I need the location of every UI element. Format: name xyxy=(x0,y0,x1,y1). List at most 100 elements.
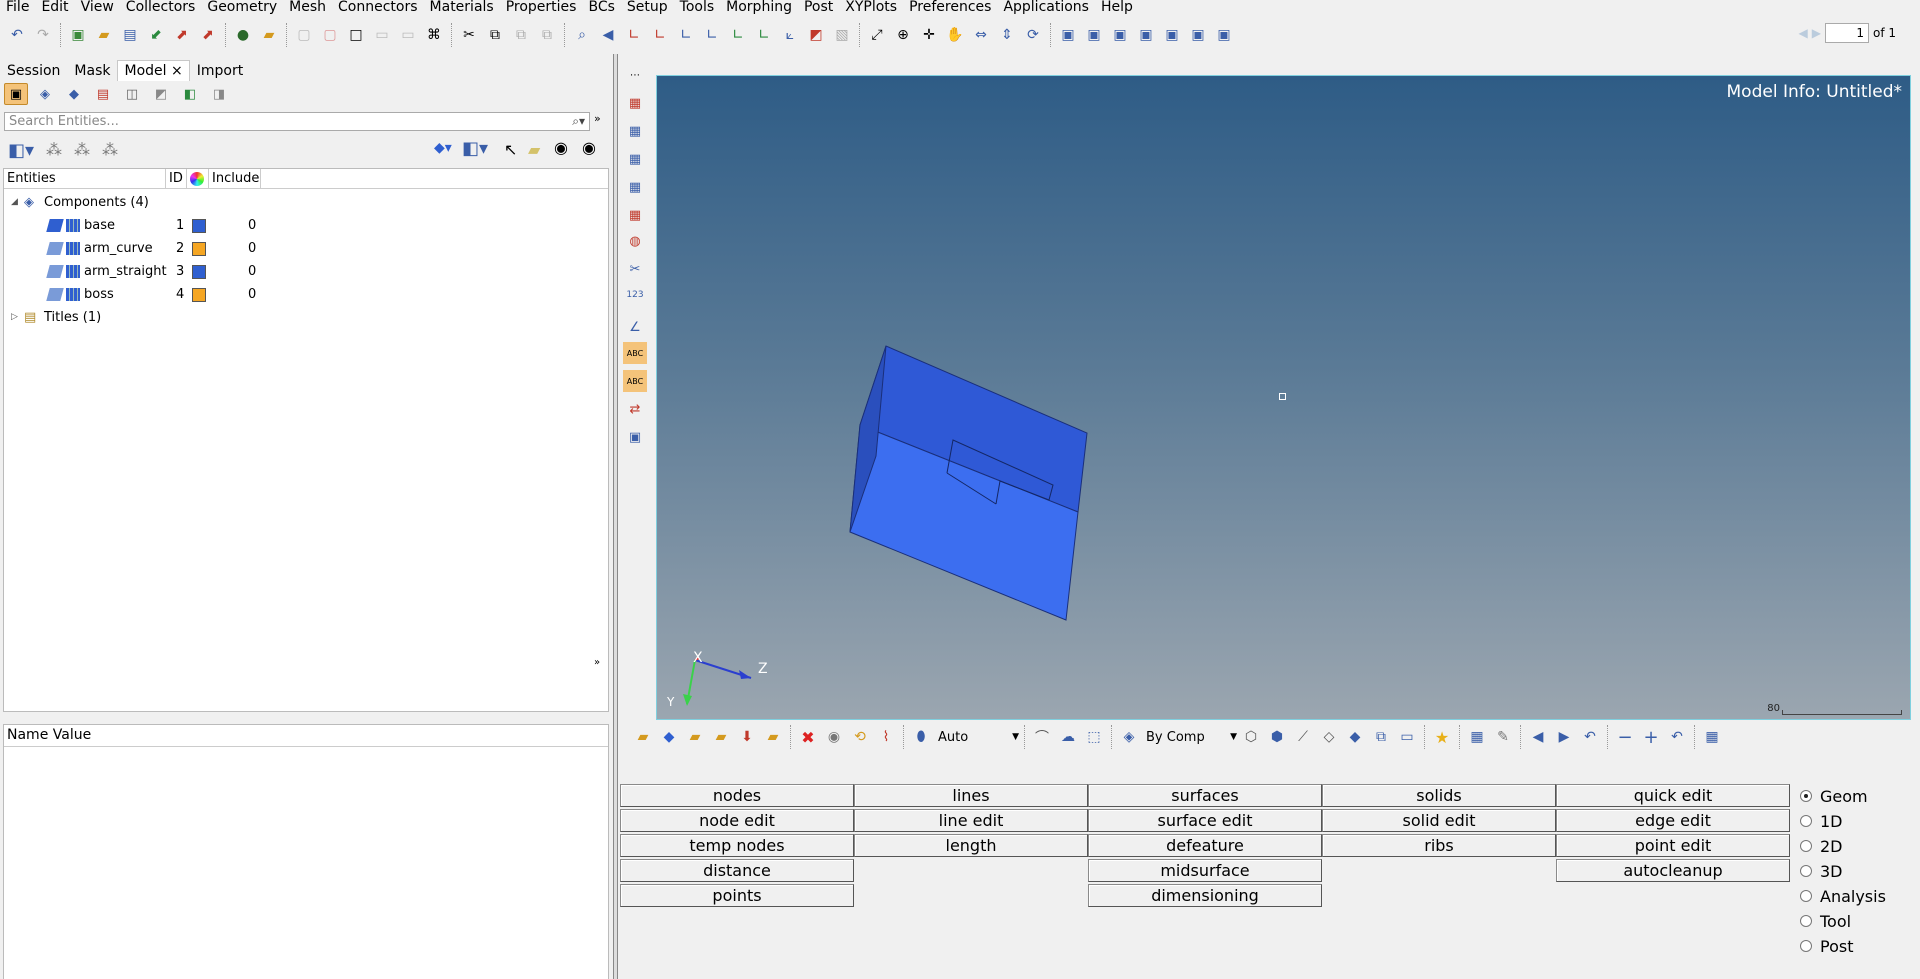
wireframe-mode-icon[interactable]: ⬡ xyxy=(1240,726,1262,748)
visibility-icon[interactable] xyxy=(46,219,64,232)
configuration-view-icon[interactable]: ◨ xyxy=(207,83,231,105)
export-icon[interactable]: ⬈ xyxy=(171,24,193,46)
previous-view-icon[interactable]: ◀ xyxy=(597,24,619,46)
panel-button-point-edit[interactable]: point edit xyxy=(1556,834,1790,857)
tree-row-component[interactable]: arm_curve 2 0 xyxy=(4,237,604,260)
import-icon[interactable]: ⬋ xyxy=(145,24,167,46)
pan-icon[interactable]: ✋ xyxy=(944,24,966,46)
menu-view[interactable]: View xyxy=(75,0,120,16)
view-xy-top-icon[interactable]: ∟ xyxy=(623,24,645,46)
column-include[interactable]: Include xyxy=(209,169,261,188)
panel-button-ribs[interactable]: ribs xyxy=(1322,834,1556,857)
view-yz-right-icon[interactable]: ∟ xyxy=(701,24,723,46)
menu-properties[interactable]: Properties xyxy=(500,0,583,16)
menu-connectors[interactable]: Connectors xyxy=(332,0,424,16)
panel-button-surface-edit[interactable]: surface edit xyxy=(1088,809,1322,832)
layout-6-icon[interactable]: ▣ xyxy=(1187,24,1209,46)
panel-button-quick-edit[interactable]: quick edit xyxy=(1556,784,1790,807)
open-model-icon[interactable]: ▰ xyxy=(93,24,115,46)
plus-icon[interactable]: + xyxy=(1640,726,1662,748)
menu-mesh[interactable]: Mesh xyxy=(283,0,332,16)
sphere-display-icon[interactable]: ◍ xyxy=(623,230,647,252)
folder-icon[interactable]: ▰ xyxy=(528,140,540,159)
panel-button-lines[interactable]: lines xyxy=(854,784,1088,807)
minus-icon[interactable]: − xyxy=(1614,726,1636,748)
next-page-icon[interactable]: ▶ xyxy=(1812,26,1821,40)
radio-tool[interactable]: Tool xyxy=(1800,909,1851,933)
layout-5-icon[interactable]: ▣ xyxy=(1161,24,1183,46)
panel-button-temp-nodes[interactable]: temp nodes xyxy=(620,834,854,857)
panel-button-edge-edit[interactable]: edge edit xyxy=(1556,809,1790,832)
wrench-icon[interactable]: ✎ xyxy=(1492,726,1514,748)
solver-view-icon[interactable]: ◫ xyxy=(120,83,144,105)
surface-mode-icon[interactable]: ◇ xyxy=(1318,726,1340,748)
component-color-icon[interactable]: ◧▾ xyxy=(462,138,488,159)
reverse-icon[interactable]: ↶ xyxy=(1666,726,1688,748)
label-abc-icon[interactable]: ABC xyxy=(623,342,647,364)
search-icon[interactable]: ⌕▾ xyxy=(572,113,585,130)
menu-file[interactable]: File xyxy=(0,0,35,16)
view-yz-left-icon[interactable]: ∟ xyxy=(675,24,697,46)
window-icon[interactable]: ▭ xyxy=(371,24,393,46)
fit-icon[interactable]: ⤢ xyxy=(866,24,888,46)
shaded-elements-icon[interactable]: ▦ xyxy=(623,92,647,114)
tab-import[interactable]: Import xyxy=(190,60,250,81)
layout-4-icon[interactable]: ▣ xyxy=(1135,24,1157,46)
menu-materials[interactable]: Materials xyxy=(424,0,500,16)
page-number-input[interactable] xyxy=(1824,23,1869,43)
radio-1d[interactable]: 1D xyxy=(1800,809,1843,833)
radio-3d[interactable]: 3D xyxy=(1800,859,1843,883)
zoom-window-icon[interactable]: ⊕ xyxy=(892,24,914,46)
menu-tools[interactable]: Tools xyxy=(674,0,721,16)
spin-icon[interactable]: ⟳ xyxy=(1022,24,1044,46)
line-mode-icon[interactable]: ⟋ xyxy=(1292,726,1314,748)
close-tab-icon[interactable]: × xyxy=(171,63,183,79)
model-view-icon[interactable]: ◈ xyxy=(33,83,57,105)
measure-icon[interactable]: ∠ xyxy=(623,316,647,338)
undo-icon[interactable]: ↶ xyxy=(6,24,28,46)
isolate-icon[interactable]: ⁂ xyxy=(102,140,118,159)
favorite-star-icon[interactable]: ★ xyxy=(1431,726,1453,748)
subsystem-view-icon[interactable]: ◧ xyxy=(178,83,202,105)
solid-mode-icon[interactable]: ◆ xyxy=(1344,726,1366,748)
menu-post[interactable]: Post xyxy=(798,0,839,16)
center-icon[interactable]: ✛ xyxy=(918,24,940,46)
tab-mask[interactable]: Mask xyxy=(67,60,117,81)
menu-help[interactable]: Help xyxy=(1095,0,1139,16)
numbering-icon[interactable]: 123 xyxy=(623,284,647,306)
tree-row-component[interactable]: arm_straight 3 0 xyxy=(4,260,604,283)
save-model-icon[interactable]: ▤ xyxy=(119,24,141,46)
toolbar-grip-icon[interactable]: ⋯ xyxy=(623,70,647,81)
solid-view-icon[interactable]: ⬚ xyxy=(1083,726,1105,748)
lasso-icon[interactable]: ⌒ xyxy=(1031,726,1053,748)
shaded-mode-icon[interactable]: ⬢ xyxy=(1266,726,1288,748)
tree-row-component[interactable]: base 1 0 xyxy=(4,214,604,237)
menu-applications[interactable]: Applications xyxy=(997,0,1095,16)
dependency-icon[interactable]: ⧉ xyxy=(1370,726,1392,748)
label-abc-alt-icon[interactable]: ABC xyxy=(623,370,647,392)
layout-2-icon[interactable]: ▣ xyxy=(1083,24,1105,46)
display-mode-icon[interactable]: ◆▾ xyxy=(434,140,452,156)
radio-post[interactable]: Post xyxy=(1800,934,1853,958)
panel-collapse-icon[interactable]: » xyxy=(594,657,600,668)
redo-icon[interactable]: ↷ xyxy=(32,24,54,46)
mesh-visibility-icon[interactable] xyxy=(66,288,80,301)
menu-setup[interactable]: Setup xyxy=(621,0,674,16)
mesh-visibility-icon[interactable] xyxy=(66,265,80,278)
layout-1-icon[interactable]: ▣ xyxy=(1057,24,1079,46)
export-ppt-icon[interactable]: ⬈ xyxy=(197,24,219,46)
presentation-icon[interactable]: ▭ xyxy=(1396,726,1418,748)
visibility-icon[interactable] xyxy=(46,242,64,255)
undo-delete-icon[interactable]: ⟲ xyxy=(849,726,871,748)
rotate-horizontal-icon[interactable]: ⇔ xyxy=(970,24,992,46)
visibility-icon[interactable] xyxy=(46,288,64,301)
tab-model[interactable]: Model × xyxy=(117,60,190,81)
transparency-icon[interactable]: ▦ xyxy=(623,204,647,226)
mesh-visibility-icon[interactable] xyxy=(66,242,80,255)
radio-geom[interactable]: Geom xyxy=(1800,784,1868,808)
panel-button-line-edit[interactable]: line edit xyxy=(854,809,1088,832)
component-color-swatch[interactable] xyxy=(192,219,206,233)
move-down-icon[interactable]: ⬇ xyxy=(736,726,758,748)
display-mode-select[interactable]: Auto ▼ xyxy=(934,726,1020,748)
cut-icon[interactable]: ✂ xyxy=(458,24,480,46)
